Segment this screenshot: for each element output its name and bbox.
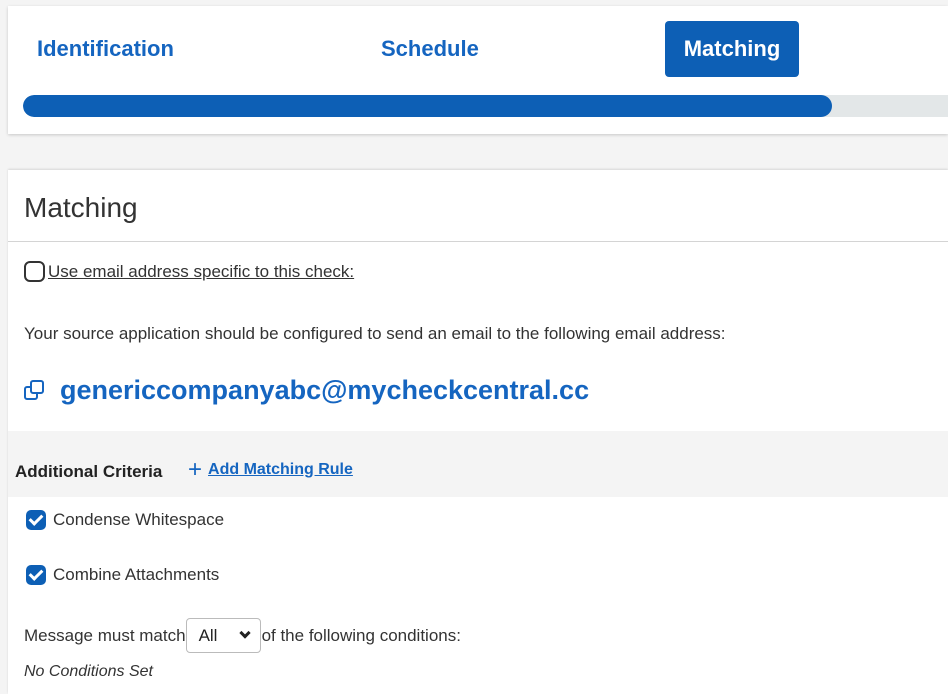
step-tab-schedule[interactable]: Schedule [381, 21, 479, 77]
step-tab-matching[interactable]: Matching [665, 21, 799, 77]
wizard-header: Identification Schedule Matching [8, 6, 948, 134]
specific-email-checkbox[interactable]: Use email address specific to this check… [24, 261, 354, 282]
condense-whitespace-label[interactable]: Condense Whitespace [53, 510, 224, 530]
email-address-row: genericcompanyabc@mycheckcentral.cc [24, 375, 589, 406]
additional-criteria-title: Additional Criteria [15, 462, 163, 481]
checked-checkbox-icon[interactable] [26, 565, 46, 585]
match-suffix-text: of the following conditions: [261, 625, 461, 645]
divider [8, 241, 948, 242]
match-mode-value[interactable]: All [199, 626, 218, 646]
chevron-down-icon[interactable] [238, 627, 251, 639]
copy-icon[interactable] [24, 379, 46, 402]
match-prefix-text: Message must match [24, 625, 186, 645]
add-matching-rule-button[interactable]: + Add Matching Rule [188, 458, 353, 482]
step-tab-identification[interactable]: Identification [37, 21, 174, 77]
additional-criteria-header: Additional Criteria + Add Matching Rule [8, 431, 948, 497]
add-matching-rule-label[interactable]: Add Matching Rule [208, 461, 353, 479]
unchecked-checkbox-icon[interactable] [24, 261, 45, 282]
condense-whitespace-checkbox[interactable]: Condense Whitespace [26, 510, 224, 530]
specific-email-checkbox-label[interactable]: Use email address specific to this check… [48, 262, 354, 282]
plus-icon[interactable]: + [188, 458, 202, 482]
match-condition-row: Message must match All of the following … [24, 618, 461, 653]
matching-panel: Matching Use email address specific to t… [8, 170, 948, 694]
wizard-progress-bar [23, 95, 948, 117]
checked-checkbox-icon[interactable] [26, 510, 46, 530]
email-instruction: Your source application should be config… [24, 324, 726, 343]
wizard-progress-fill [23, 95, 833, 117]
section-title: Matching [24, 192, 138, 223]
check-email-address: genericcompanyabc@mycheckcentral.cc [60, 375, 590, 405]
combine-attachments-checkbox[interactable]: Combine Attachments [26, 565, 219, 585]
combine-attachments-label[interactable]: Combine Attachments [53, 565, 219, 585]
match-mode-select[interactable]: All [185, 618, 261, 653]
no-conditions-message: No Conditions Set [24, 663, 153, 680]
